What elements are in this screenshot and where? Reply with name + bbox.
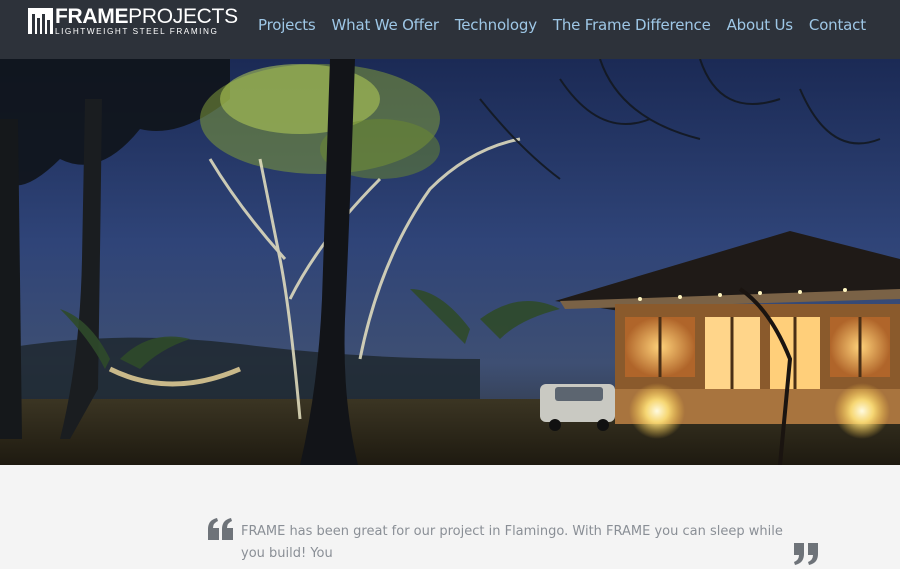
hero-image: [0, 59, 900, 465]
nav-link-what-we-offer[interactable]: What We Offer: [332, 16, 439, 34]
night-house-photo-icon: [0, 59, 900, 465]
quote-close-icon: [793, 543, 819, 565]
testimonial-quote: FRAME has been great for our project in …: [241, 524, 783, 561]
quote-open-icon: [208, 518, 234, 540]
logo-wordmark: FRAMEPROJECTS: [55, 5, 238, 28]
site-header: FRAMEPROJECTS LIGHTWEIGHT STEEL FRAMING …: [0, 0, 900, 59]
nav-link-about-us[interactable]: About Us: [727, 16, 794, 34]
site-logo[interactable]: FRAMEPROJECTS LIGHTWEIGHT STEEL FRAMING: [28, 5, 238, 38]
nav-link-contact[interactable]: Contact: [809, 16, 866, 34]
main-nav: Projects What We Offer Technology The Fr…: [258, 16, 866, 34]
nav-link-technology[interactable]: Technology: [455, 16, 537, 34]
nav-link-frame-difference[interactable]: The Frame Difference: [553, 16, 711, 34]
nav-link-projects[interactable]: Projects: [258, 16, 316, 34]
logo-mark-icon: [28, 8, 53, 34]
logo-tagline: LIGHTWEIGHT STEEL FRAMING: [55, 27, 219, 36]
